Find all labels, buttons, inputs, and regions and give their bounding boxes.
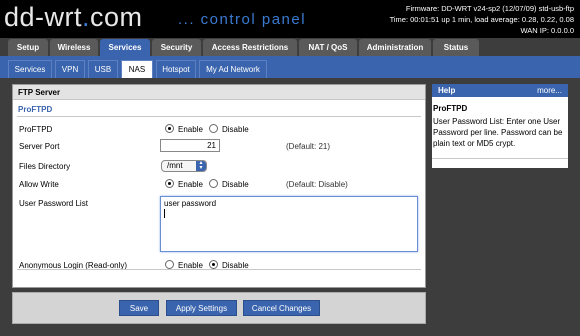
subtab-my-ad-network[interactable]: My Ad Network [199,60,267,78]
ftp-server-panel: FTP Server ProFTPD ProFTPD Enable Disabl… [12,84,426,288]
proftpd-enable-radio[interactable] [165,124,174,133]
help-header: Help more... [432,84,568,97]
ddwrt-logo: dd-wrt.com [4,0,143,34]
tab-access-restrictions[interactable]: Access Restrictions [203,39,297,56]
tab-services[interactable]: Services [100,39,150,56]
anonymous-disable-radio[interactable] [209,260,218,269]
help-text: User Password List: Enter one User Passw… [433,117,563,148]
fieldset-legend: ProFTPD [18,105,53,114]
subtab-nas[interactable]: NAS [121,60,153,78]
logo-dot: . [82,2,91,32]
allow-write-default: (Default: Disable) [286,180,348,189]
user-password-list-label: User Password List [19,199,88,208]
server-port-input[interactable]: 21 [160,139,220,152]
control-panel-subtitle: ... control panel [178,11,307,28]
tab-administration[interactable]: Administration [359,39,431,56]
proftpd-label: ProFTPD [19,125,53,134]
tab-wireless[interactable]: Wireless [50,39,98,56]
user-password-list-textarea[interactable]: user password [160,196,418,252]
divider [17,116,421,117]
allow-write-disable-label: Disable [222,180,249,189]
tab-nat-qos[interactable]: NAT / QoS [299,39,357,56]
allow-write-enable-label: Enable [178,180,203,189]
proftpd-disable-label: Disable [222,125,249,134]
logo-text-com: com [90,2,143,32]
subtab-usb[interactable]: USB [88,60,118,78]
anonymous-enable-radio[interactable] [165,260,174,269]
subtab-hotspot[interactable]: Hotspot [156,60,196,78]
help-title: Help [438,86,456,95]
subtab-services[interactable]: Services [8,60,52,78]
save-button[interactable]: Save [119,300,159,316]
subtab-vpn[interactable]: VPN [55,60,85,78]
sub-tabs: Services VPN USB NAS Hotspot My Ad Netwo… [0,56,580,78]
allow-write-label: Allow Write [19,180,59,189]
chevron-updown-icon: ▴ ▾ [196,160,206,171]
button-bar: Save Apply Settings Cancel Changes [12,292,426,324]
text-caret [164,209,165,218]
server-port-label: Server Port [19,142,60,151]
server-port-default: (Default: 21) [286,142,331,151]
section-title: FTP Server [13,85,425,100]
cancel-changes-button[interactable]: Cancel Changes [243,300,320,316]
proftpd-disable-radio[interactable] [209,124,218,133]
help-heading: ProFTPD [433,104,468,113]
user-password-text: user password [164,199,217,208]
divider [432,158,568,159]
wan-ip-info: WAN IP: 0.0.0.0 [520,26,575,35]
header: dd-wrt.com ... control panel Firmware: D… [0,0,580,38]
tab-status[interactable]: Status [433,39,479,56]
tab-setup[interactable]: Setup [8,39,48,56]
firmware-info: Firmware: DD-WRT v24-sp2 (12/07/09) std-… [405,4,574,13]
uptime-info: Time: 00:01:51 up 1 min, load average: 0… [389,15,574,24]
router-info: Firmware: DD-WRT v24-sp2 (12/07/09) std-… [390,3,574,36]
divider [17,269,421,270]
apply-settings-button[interactable]: Apply Settings [166,300,237,316]
logo-text-main: dd-wrt [4,2,83,32]
files-directory-select[interactable]: /mnt ▴ ▾ [161,160,207,172]
help-more-link[interactable]: more... [537,84,562,97]
allow-write-enable-radio[interactable] [165,179,174,188]
files-directory-value: /mnt [167,161,183,170]
files-directory-label: Files Directory [19,162,71,171]
tab-security[interactable]: Security [152,39,201,56]
proftpd-enable-label: Enable [178,125,203,134]
allow-write-disable-radio[interactable] [209,179,218,188]
help-panel: Help more... ProFTPD User Password List:… [432,84,568,168]
main-tabs: Setup Wireless Services Security Access … [0,38,580,56]
